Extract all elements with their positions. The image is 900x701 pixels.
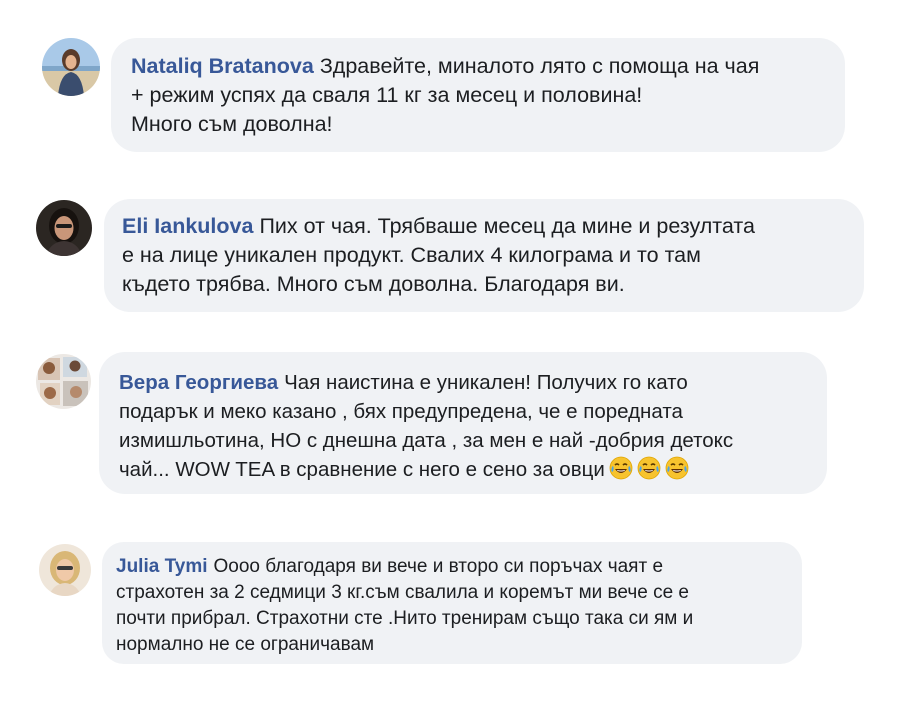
laughing-tears-icon — [636, 455, 661, 484]
comment-text: Оооо благодаря ви вече и второ си поръча… — [213, 556, 664, 577]
comment-text: Пих от чая. Трябваше месец да мине и рез… — [259, 214, 755, 238]
avatar-julia-tymi[interactable] — [39, 544, 91, 596]
laughing-tears-icon — [664, 455, 689, 484]
comment-author[interactable]: Julia Tymi — [116, 556, 208, 577]
avatar-eli-iankulova[interactable] — [36, 200, 92, 256]
laughing-tears-icon — [608, 455, 633, 484]
comments-page: { "comments": [ { "author": "Nataliq Bra… — [0, 0, 900, 701]
comment-author[interactable]: Nataliq Bratanova — [131, 54, 314, 78]
comment-bubble: Julia Tymi Оооо благодаря ви вече и второ… — [102, 542, 802, 664]
comment-text: измишльотина, НО с днешна дата , за мен … — [119, 429, 734, 452]
comment-text: страхотен за 2 седмици 3 кг.съм свалила … — [116, 582, 689, 603]
comment-text: + режим успях да сваля 11 кг за месец и … — [131, 83, 643, 107]
comment-text: Чая наистина е уникален! Получих го като — [284, 371, 688, 394]
comment-author[interactable]: Вера Георгиева — [119, 371, 278, 394]
comment-text: Много съм доволна! — [131, 112, 333, 136]
comment-bubble: Eli Iankulova Пих от чая. Трябваше месец … — [104, 199, 864, 312]
comment-text: подарък и меко казано , бях предупредена… — [119, 400, 683, 423]
comment-text: чай... WOW TEA в сравнение с него е сено… — [119, 458, 605, 481]
comment-text: където трябва. Много съм доволна. Благод… — [122, 272, 625, 296]
comment-text: е на лице уникален продукт. Свалих 4 кил… — [122, 243, 701, 267]
comment-text: почти прибрал. Страхотни сте .Нито трени… — [116, 608, 694, 629]
comment-text: нормално не се ограничавам — [116, 634, 375, 655]
comment-author[interactable]: Eli Iankulova — [122, 214, 253, 238]
comment-bubble: Вера Георгиева Чая наистина е уникален! П… — [99, 352, 827, 494]
avatar-vera-georgieva[interactable] — [36, 354, 91, 409]
comment-text: Здравейте, миналото лято с помоща на чая — [319, 54, 760, 78]
comment-bubble: Nataliq Bratanova Здравейте, миналото лят… — [111, 38, 845, 152]
avatar-nataliq-bratanova[interactable] — [42, 38, 100, 96]
